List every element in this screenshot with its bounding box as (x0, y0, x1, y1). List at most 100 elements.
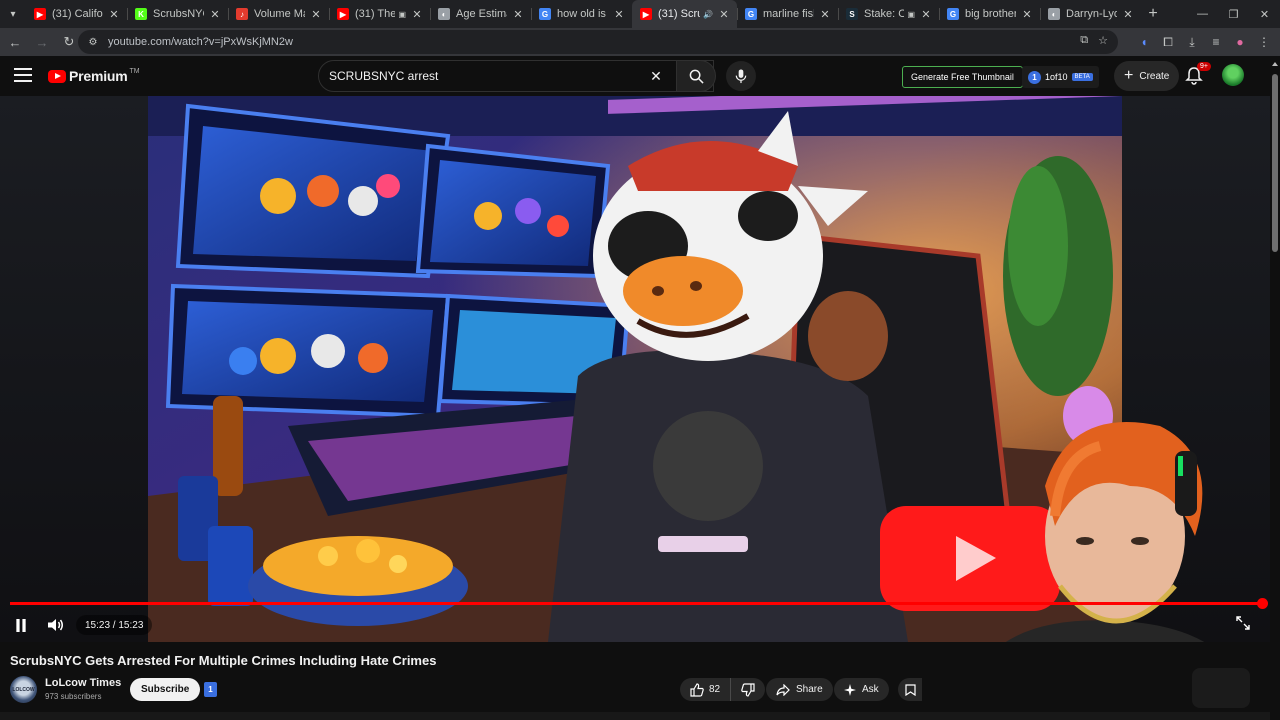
video-title: ScrubsNYC Gets Arrested For Multiple Cri… (10, 653, 437, 668)
install-app-icon[interactable]: ⧉ (1080, 34, 1088, 47)
tab-media-icon[interactable]: ▣ (907, 10, 915, 19)
like-dislike-group: 82 (680, 678, 766, 701)
browser-tab[interactable]: K ScrubsNYC Cli ✕ (127, 0, 228, 28)
browser-tab[interactable]: ▶ (31) California ✕ (26, 0, 127, 28)
play-pause-button[interactable] (10, 608, 32, 642)
close-tab-icon[interactable]: ✕ (717, 8, 731, 21)
address-bar[interactable]: ⚙ youtube.com/watch?v=jPxWsKjMN2w ⧉ ☆ (78, 30, 1118, 54)
youtube-favicon-icon: ▶ (34, 8, 46, 20)
browser-tab[interactable]: S Stake: Onli▣ ✕ (838, 0, 939, 28)
save-clip-button[interactable] (898, 678, 922, 701)
forward-button[interactable]: → (30, 30, 54, 54)
minimize-button[interactable]: — (1187, 0, 1218, 28)
tab-search-button[interactable]: ▾ (0, 0, 26, 28)
beta-badge: BETA (1071, 73, 1093, 81)
tab-title: big brother lip (965, 8, 1016, 20)
channel-avatar[interactable]: LOLCOW (10, 676, 37, 703)
tab-audio-icon[interactable]: 🔊 (703, 10, 713, 19)
page-scrollbar[interactable] (1270, 56, 1280, 720)
search-input[interactable]: SCRUBSNYC arrest (329, 69, 641, 83)
kick-favicon-icon: K (135, 8, 147, 20)
like-count: 82 (709, 684, 721, 695)
tab-title: Age Estimation (456, 8, 507, 20)
back-button[interactable]: ← (3, 30, 27, 54)
like-button[interactable]: 82 (680, 678, 731, 701)
generate-thumbnail-button[interactable]: Generate Free Thumbnail (902, 66, 1023, 88)
close-tab-icon[interactable]: ✕ (511, 8, 525, 21)
tab-title: Stake: Onli (864, 8, 905, 20)
player-letterbox-left (0, 96, 148, 642)
close-tab-icon[interactable]: ✕ (1121, 8, 1135, 21)
extensions-puzzle-icon[interactable]: ⧠ (1158, 35, 1178, 50)
share-button[interactable]: Share (766, 678, 833, 701)
clear-search-icon[interactable]: ✕ (641, 68, 671, 85)
extension-badge-icon[interactable]: 1 (204, 682, 217, 697)
close-tab-icon[interactable]: ✕ (1020, 8, 1034, 21)
tab-title: Volume Master (254, 8, 305, 20)
window-controls: — ❐ ✕ (1187, 0, 1280, 28)
search-icon (689, 69, 704, 84)
voice-search-button[interactable] (726, 61, 756, 91)
browser-tab[interactable]: ♪ Volume Master ✕ (228, 0, 329, 28)
notifications-button[interactable]: 9+ (1184, 62, 1211, 88)
mute-button[interactable] (44, 608, 68, 642)
channel-avatar-text: LOLCOW (12, 686, 35, 693)
new-tab-button[interactable]: + (1141, 5, 1165, 23)
share-label: Share (796, 684, 823, 695)
oneof10-label: 1of10 (1045, 72, 1068, 82)
create-button[interactable]: + Create (1114, 61, 1180, 91)
subscribe-button[interactable]: Subscribe (130, 678, 201, 701)
notification-count-badge: 9+ (1197, 62, 1211, 71)
browser-menu-icon[interactable]: ⋮ (1254, 35, 1274, 49)
browser-tab[interactable]: ▶ (31) The Vi▣ ✕ (329, 0, 430, 28)
fullscreen-button[interactable] (1236, 616, 1250, 635)
restore-button[interactable]: ❐ (1218, 0, 1249, 28)
search-button[interactable] (676, 60, 716, 92)
player-controls: 15:23 / 15:23 (0, 608, 1270, 642)
video-progress-bar[interactable] (10, 598, 1268, 609)
scrollbar-thumb[interactable] (1272, 74, 1278, 252)
dislike-button[interactable] (730, 678, 766, 701)
browser-tab[interactable]: ◐ Age Estimation ✕ (430, 0, 531, 28)
volume-icon (48, 619, 63, 631)
url-text[interactable]: youtube.com/watch?v=jPxWsKjMN2w (108, 36, 293, 48)
browser-tab[interactable]: ▶ (31) Scrub🔊 ✕ (632, 0, 737, 28)
horizontal-scrollbar[interactable] (0, 712, 1270, 720)
browser-tab[interactable]: ◐ Darryn-Lyons- ✕ (1040, 0, 1141, 28)
microphone-icon (735, 68, 747, 83)
close-tab-icon[interactable]: ✕ (309, 8, 323, 21)
youtube-premium-logo[interactable]: Premium TM (48, 68, 140, 84)
google-favicon-icon: G (745, 8, 757, 20)
downloads-icon[interactable]: ⤓ (1182, 35, 1202, 50)
webcam-overlay-shadow (1192, 668, 1250, 708)
account-avatar[interactable] (1222, 64, 1244, 86)
close-tab-icon[interactable]: ✕ (818, 8, 832, 21)
close-tab-icon[interactable]: ✕ (919, 8, 933, 21)
close-tab-icon[interactable]: ✕ (208, 8, 222, 21)
pause-icon (16, 618, 26, 632)
browser-tab[interactable]: Gbig brother lip ✕ (939, 0, 1040, 28)
close-tab-icon[interactable]: ✕ (612, 8, 626, 21)
youtube-masthead: Premium TM SCRUBSNYC arrest ✕ Generate F… (0, 56, 1280, 96)
scroll-up-arrow[interactable] (1272, 62, 1278, 66)
extension-volume-icon[interactable]: ◖ (1134, 35, 1154, 49)
close-tab-icon[interactable]: ✕ (410, 8, 424, 21)
browser-tab[interactable]: Gmarline fish - G ✕ (737, 0, 838, 28)
guide-menu-icon[interactable] (14, 68, 32, 82)
video-player[interactable]: 15:23 / 15:23 (0, 96, 1270, 642)
close-window-button[interactable]: ✕ (1249, 0, 1280, 28)
close-tab-icon[interactable]: ✕ (107, 8, 121, 21)
bookmark-star-icon[interactable]: ☆ (1098, 34, 1108, 47)
site-info-icon[interactable]: ⚙ (82, 37, 104, 48)
logo-tm: TM (129, 67, 140, 75)
time-display: 15:23 / 15:23 (76, 615, 153, 635)
media-control-icon[interactable]: ≡ (1206, 35, 1226, 49)
create-label: Create (1139, 70, 1170, 82)
profile-avatar-icon[interactable]: ● (1230, 35, 1250, 49)
search-box[interactable]: SCRUBSNYC arrest ✕ (318, 60, 714, 92)
browser-tab[interactable]: Ghow old is ice j ✕ (531, 0, 632, 28)
ask-button[interactable]: Ask (834, 678, 889, 701)
tab-media-icon[interactable]: ▣ (398, 10, 406, 19)
channel-name[interactable]: LoLcow Times (45, 677, 121, 689)
oneof10-extension-button[interactable]: 1 1of10 BETA (1022, 66, 1099, 88)
